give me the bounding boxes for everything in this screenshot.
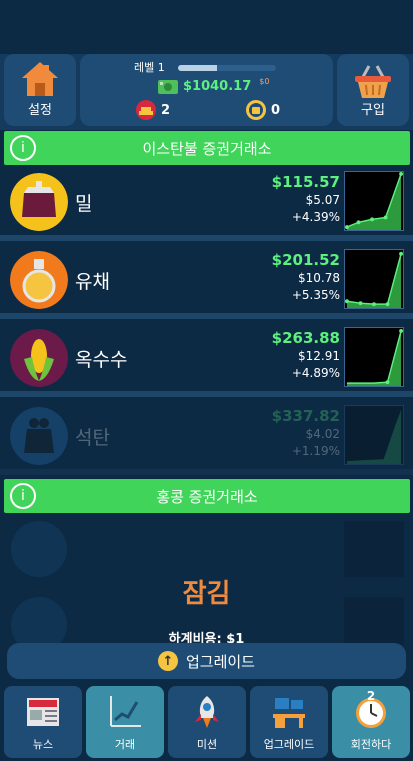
- hongkong-exchange-header[interactable]: i 홍콩 증권거래소: [4, 479, 410, 513]
- ghost-row: [11, 521, 404, 577]
- desk-computer-icon: [273, 698, 305, 728]
- upgrade-button[interactable]: ↑ 업그레이드: [7, 643, 406, 679]
- level-progress-fill: [178, 65, 218, 71]
- coin-counter: 0: [246, 100, 280, 120]
- stock-name: 유채: [75, 271, 110, 293]
- tab-spin[interactable]: 2 회전하다: [332, 686, 410, 758]
- stock-delta: $12.91: [298, 349, 340, 363]
- header: 설정 레벨 1 $1040.17 $0 2 0 구입: [0, 54, 413, 130]
- stats-panel: 레벨 1 $1040.17 $0 2 0: [80, 54, 333, 126]
- tab-label: 거래: [114, 738, 136, 751]
- price-sparkline: [344, 327, 404, 387]
- stock-price: $263.88: [271, 329, 340, 347]
- tab-label: 뉴스: [32, 738, 54, 751]
- stock-percent: +5.35%: [291, 288, 340, 302]
- oil-bottle-icon: [10, 251, 68, 309]
- info-icon[interactable]: i: [10, 135, 36, 161]
- tab-label: 미션: [196, 738, 218, 751]
- corn-icon: [10, 329, 68, 387]
- stock-percent: +4.89%: [291, 366, 340, 380]
- stock-percent: +4.39%: [291, 210, 340, 224]
- cash-icon: [158, 79, 178, 94]
- basket-icon: [355, 65, 391, 98]
- wheat-sack-icon: [10, 173, 68, 231]
- money-display: $1040.17 $0: [158, 77, 270, 94]
- tab-missions[interactable]: 미션: [168, 686, 246, 758]
- gold-count: 2: [161, 102, 171, 118]
- stock-percent: +1.19%: [291, 444, 340, 458]
- level-progress-bar: [178, 65, 276, 71]
- stock-row-coal[interactable]: 석탄 $337.82 $4.02 +1.19%: [0, 403, 413, 475]
- stock-row-rapeseed[interactable]: 유채 $201.52 $10.78 +5.35%: [0, 247, 413, 319]
- price-sparkline: [344, 249, 404, 309]
- settings-label: 설정: [28, 103, 52, 118]
- spin-count-badge: 2: [366, 689, 376, 703]
- settings-button[interactable]: 설정: [4, 54, 76, 126]
- stock-delta: $10.78: [298, 271, 340, 285]
- info-icon[interactable]: i: [10, 483, 36, 509]
- price-sparkline: [344, 171, 404, 231]
- buy-button[interactable]: 구입: [337, 54, 409, 126]
- stock-price: $201.52: [271, 251, 340, 269]
- locked-overlay: 잠김 하계비용: $1: [0, 515, 413, 645]
- stock-delta: $4.02: [305, 427, 340, 441]
- chart-icon: [110, 696, 141, 727]
- rocket-icon: [195, 696, 219, 728]
- locked-label: 잠김: [182, 579, 231, 609]
- stock-price: $337.82: [271, 407, 340, 425]
- tab-news[interactable]: 뉴스: [4, 686, 82, 758]
- buy-label: 구입: [361, 103, 385, 118]
- coin-icon: [246, 100, 266, 120]
- price-sparkline: [344, 405, 404, 465]
- gold-bars-icon: [136, 100, 156, 120]
- stock-row-wheat[interactable]: 밀 $115.57 $5.07 +4.39%: [0, 169, 413, 241]
- coal-icon: [10, 407, 68, 465]
- tab-label: 업그레이드: [263, 738, 315, 751]
- stock-name: 밀: [75, 193, 93, 215]
- money-small: $0: [259, 77, 270, 86]
- tab-label: 회전하다: [350, 738, 392, 751]
- stock-delta: $5.07: [305, 193, 340, 207]
- newspaper-icon: [27, 698, 59, 726]
- bottom-tab-bar: 뉴스 거래 미션 업그레이드 2 회전하다: [0, 683, 413, 761]
- upgrade-button-label: 업그레이드: [185, 652, 255, 671]
- hongkong-exchange-title: 홍콩 증권거래소: [156, 487, 258, 506]
- coin-count: 0: [271, 102, 281, 118]
- tab-trade[interactable]: 거래: [86, 686, 164, 758]
- tab-upgrade[interactable]: 업그레이드: [250, 686, 328, 758]
- level-label: 레벨 1: [134, 61, 165, 74]
- home-icon: [22, 62, 58, 96]
- arrow-up-icon: ↑: [157, 651, 178, 671]
- stock-row-corn[interactable]: 옥수수 $263.88 $12.91 +4.89%: [0, 325, 413, 397]
- top-blank-area: [0, 0, 413, 54]
- money-amount: $1040.17: [183, 79, 252, 94]
- gold-counter: 2: [136, 100, 170, 120]
- stock-price: $115.57: [271, 173, 340, 191]
- istanbul-exchange-title: 이스탄불 증권거래소: [142, 139, 272, 158]
- stock-name: 옥수수: [75, 349, 128, 371]
- stock-name: 석탄: [75, 427, 110, 449]
- istanbul-exchange-header[interactable]: i 이스탄불 증권거래소: [4, 131, 410, 165]
